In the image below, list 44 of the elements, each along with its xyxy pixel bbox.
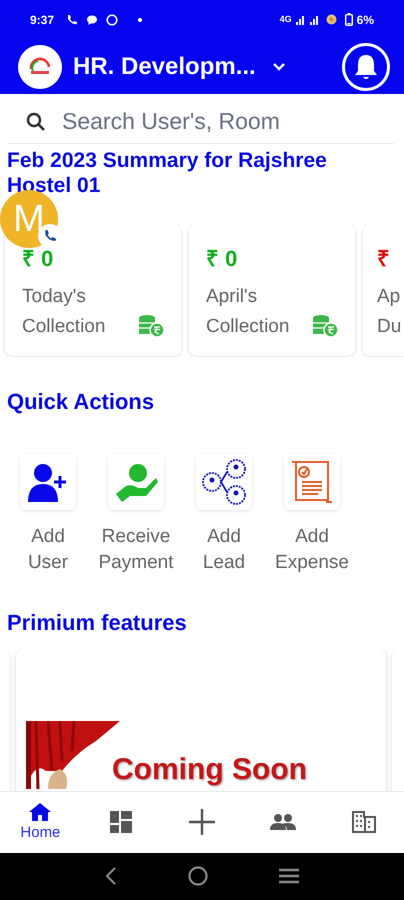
section-title: Quick Actions — [6, 388, 156, 416]
status-time: 9:37 — [30, 12, 54, 29]
people-icon — [270, 814, 296, 830]
nav-tab[interactable]: Home — [0, 791, 81, 854]
add-icon — [188, 809, 215, 836]
network-type: 4G — [280, 12, 292, 26]
amount: ₹ — [377, 246, 391, 272]
section-title: Primium features — [6, 609, 188, 638]
action-label: Receive Payment — [98, 525, 174, 576]
quick-action[interactable]: Add Lead — [181, 454, 267, 576]
action-label: Add Lead — [202, 525, 246, 576]
bell-icon — [353, 52, 379, 81]
logo-icon — [18, 44, 62, 89]
card-label: Ap Du — [377, 284, 402, 339]
banner-text: Coming Soon — [112, 753, 307, 788]
dashboard-icon — [110, 811, 132, 834]
action-label: Add Expense — [275, 525, 349, 576]
search-field[interactable]: Search User's, Room — [62, 104, 394, 139]
building-icon — [352, 811, 376, 834]
property-title[interactable]: HR. Developm... — [73, 48, 256, 85]
card-label: Today's Collection — [22, 284, 106, 339]
summary-card[interactable]: ₹ 0 April's Collection — [189, 224, 355, 356]
coins-icon — [137, 314, 165, 338]
quick-action[interactable]: Add Expense — [269, 454, 355, 576]
card-label: April's Collection — [206, 284, 290, 339]
amount: ₹ 0 — [206, 246, 238, 272]
data-saver-icon — [326, 14, 337, 26]
chat-icon — [86, 14, 98, 26]
dropdown-icon[interactable] — [272, 62, 286, 72]
battery-icon — [344, 13, 353, 26]
recent-apps-icon[interactable] — [278, 868, 299, 884]
action-label: Add User — [28, 525, 68, 576]
search-icon — [26, 112, 46, 132]
notifications-button[interactable] — [342, 42, 390, 91]
back-icon[interactable] — [105, 867, 118, 886]
summary-card[interactable]: ₹ Ap Du — [363, 224, 404, 356]
quick-action[interactable]: Receive Payment — [93, 454, 179, 576]
amount: ₹ 0 — [22, 246, 54, 272]
coins-icon — [311, 314, 339, 338]
home-icon — [28, 802, 52, 822]
battery-level: 6% — [356, 12, 374, 29]
home-button-icon[interactable] — [188, 866, 208, 886]
quick-action[interactable]: Add User — [5, 454, 91, 576]
call-icon — [66, 14, 78, 26]
